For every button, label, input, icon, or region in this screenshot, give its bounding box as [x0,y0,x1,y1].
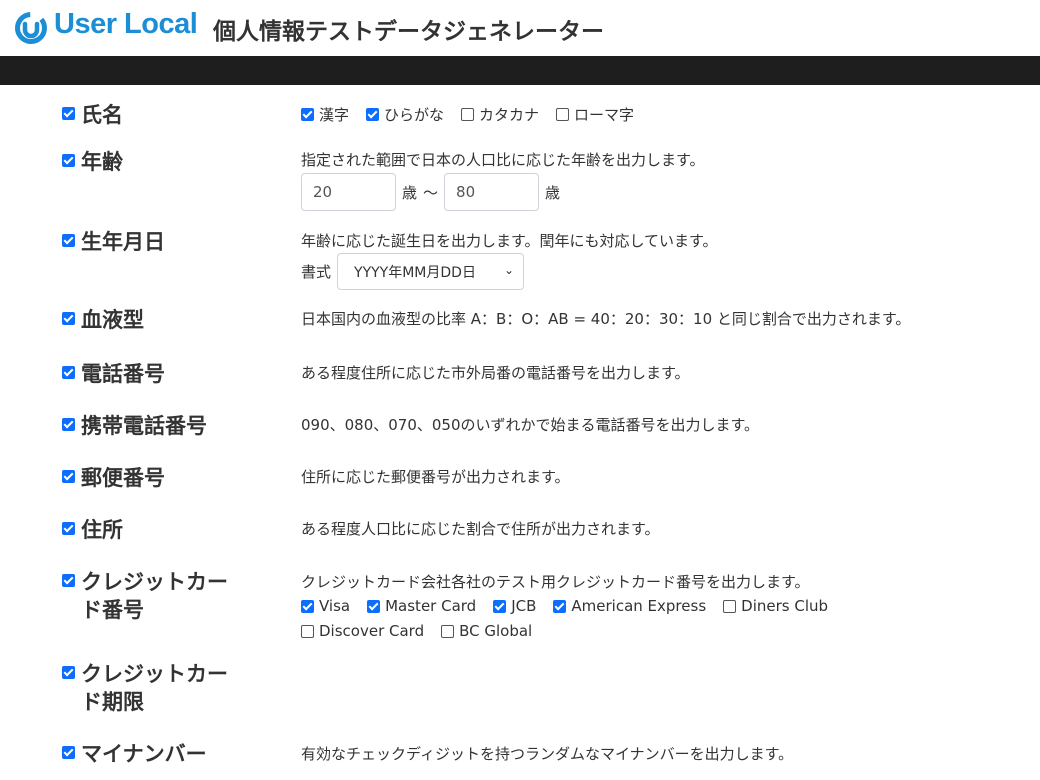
field-description: ある程度人口比に応じた割合で住所が出力されます。 [301,520,660,538]
format-row: 書式 YYYY年MM月DD日 ⌄ [301,253,525,290]
option-hiragana[interactable]: ひらがな [366,104,444,125]
option-amex[interactable]: American Express [553,597,706,615]
field-label: 生年月日 [81,230,165,254]
option-romaji[interactable]: ローマ字 [556,104,634,125]
name-checkbox[interactable] [62,107,75,120]
hiragana-checkbox[interactable] [366,108,380,121]
field-label: 年齢 [81,150,123,174]
format-label: 書式 [301,263,332,281]
field-description: 090、080、070、050のいずれかで始まる電話番号を出力します。 [301,416,760,434]
card-brand-options-2: Discover Card BC Global [301,622,549,640]
mastercard-checkbox[interactable] [367,599,381,613]
age-range: 歳 〜 歳 [301,173,566,211]
name-options: 漢字 ひらがな カタカナ ローマ字 [301,104,651,125]
page-title: 個人情報テストデータジェネレーター [213,19,604,45]
mynumber-checkbox[interactable] [62,746,75,759]
option-diners[interactable]: Diners Club [723,597,828,615]
card-expiry-checkbox[interactable] [62,666,75,679]
field-description: 年齢に応じた誕生日を出力します。閏年にも対応しています。 [301,232,718,250]
romaji-checkbox[interactable] [556,108,570,121]
field-label: 氏名 [81,103,123,127]
date-format-select[interactable]: YYYY年MM月DD日 ⌄ [337,253,525,290]
option-kanji[interactable]: 漢字 [301,104,349,125]
field-label: 住所 [81,518,123,542]
bc-global-checkbox[interactable] [441,624,455,638]
range-separator: 〜 [423,183,439,202]
option-visa[interactable]: Visa [301,597,350,615]
kanji-checkbox[interactable] [301,108,314,121]
field-description: クレジットカード会社各社のテスト用クレジットカード番号を出力します。 [301,573,810,591]
discover-checkbox[interactable] [301,624,314,638]
option-jcb[interactable]: JCB [493,597,536,615]
field-description: 住所に応じた郵便番号が出力されます。 [301,468,570,486]
age-unit: 歳 [402,183,418,202]
field-label: クレジットカー ド期限 [81,662,228,714]
jcb-checkbox[interactable] [493,599,507,613]
field-label: 血液型 [81,308,144,332]
postal-checkbox[interactable] [62,470,75,483]
brand-name[interactable]: User Local [54,8,198,41]
field-description: ある程度住所に応じた市外局番の電話番号を出力します。 [301,364,690,382]
age-min-input[interactable] [301,173,396,211]
field-description: 有効なチェックディジットを持つランダムなマイナンバーを出力します。 [301,745,794,763]
option-mastercard[interactable]: Master Card [367,597,476,615]
phone-checkbox[interactable] [62,366,75,379]
birthday-checkbox[interactable] [62,234,75,247]
age-checkbox[interactable] [62,154,75,167]
age-unit: 歳 [545,183,561,202]
field-label: 携帯電話番号 [81,414,207,438]
option-discover[interactable]: Discover Card [301,622,424,640]
card-brand-options: Visa Master Card JCB American Express Di… [301,597,845,615]
amex-checkbox[interactable] [553,599,567,613]
option-bc-global[interactable]: BC Global [441,622,532,640]
age-max-input[interactable] [444,173,540,211]
field-description: 指定された範囲で日本の人口比に応じた年齢を出力します。 [301,151,705,169]
mobile-checkbox[interactable] [62,418,75,431]
address-checkbox[interactable] [62,522,75,535]
field-label: 電話番号 [81,362,165,386]
visa-checkbox[interactable] [301,599,314,613]
katakana-checkbox[interactable] [461,108,475,121]
field-label: マイナンバー [81,742,207,766]
field-description: 日本国内の血液型の比率 A：B：O：AB = 40：20：30：10 と同じ割合… [301,310,911,328]
field-label: 郵便番号 [81,466,165,490]
header: User Local 個人情報テストデータジェネレーター [0,0,1040,56]
diners-checkbox[interactable] [723,599,737,613]
blood-checkbox[interactable] [62,312,75,325]
userlocal-logo-icon [15,12,47,44]
card-number-checkbox[interactable] [62,574,75,587]
option-katakana[interactable]: カタカナ [461,104,539,125]
chevron-down-icon: ⌄ [503,263,515,277]
nav-bar [0,56,1040,85]
field-label: クレジットカー ド番号 [81,570,228,622]
